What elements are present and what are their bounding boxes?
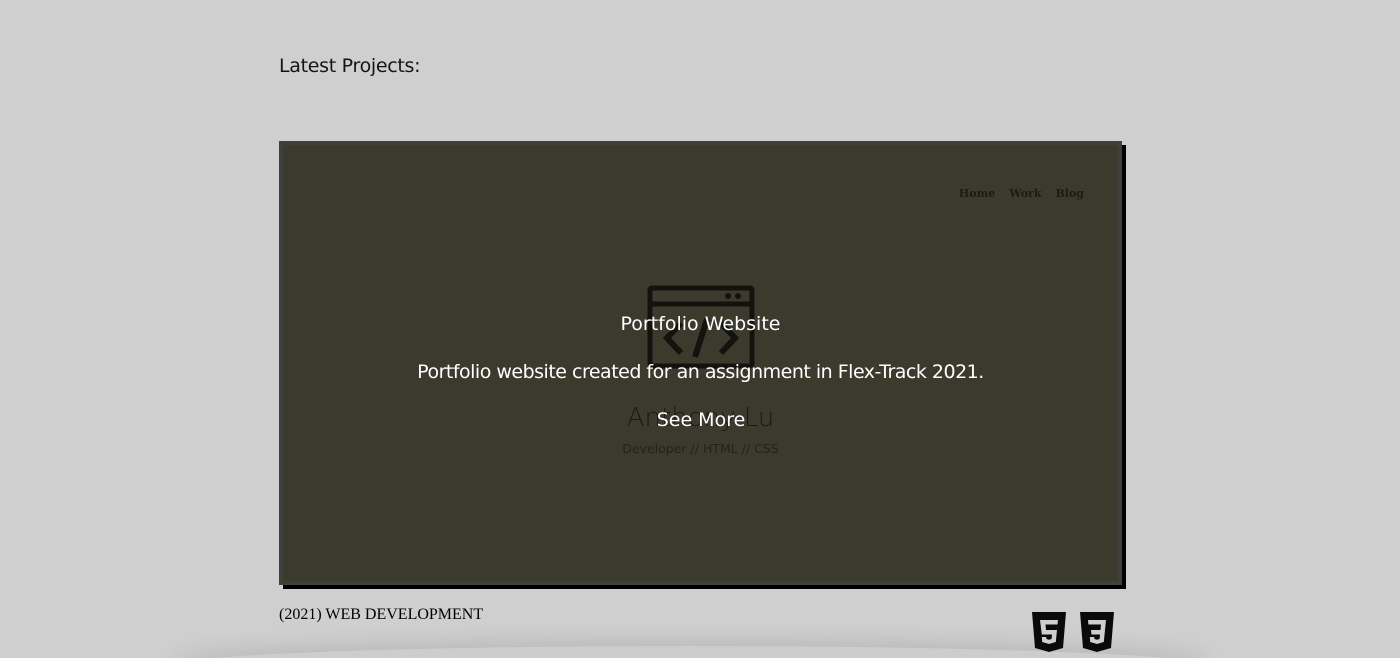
section-heading: Latest Projects: xyxy=(279,55,421,77)
project-title: Portfolio Website xyxy=(620,313,781,335)
html5-icon xyxy=(1032,612,1066,652)
project-caption: (2021) WEB DEVELOPMENT xyxy=(279,606,484,623)
see-more-link[interactable]: See More xyxy=(601,409,801,431)
project-card[interactable]: Home Work Blog Anthony Lu Developer // H… xyxy=(279,141,1122,585)
css3-icon xyxy=(1080,612,1114,652)
tech-icons xyxy=(1031,611,1115,653)
project-description: Portfolio website created for an assignm… xyxy=(417,361,984,383)
